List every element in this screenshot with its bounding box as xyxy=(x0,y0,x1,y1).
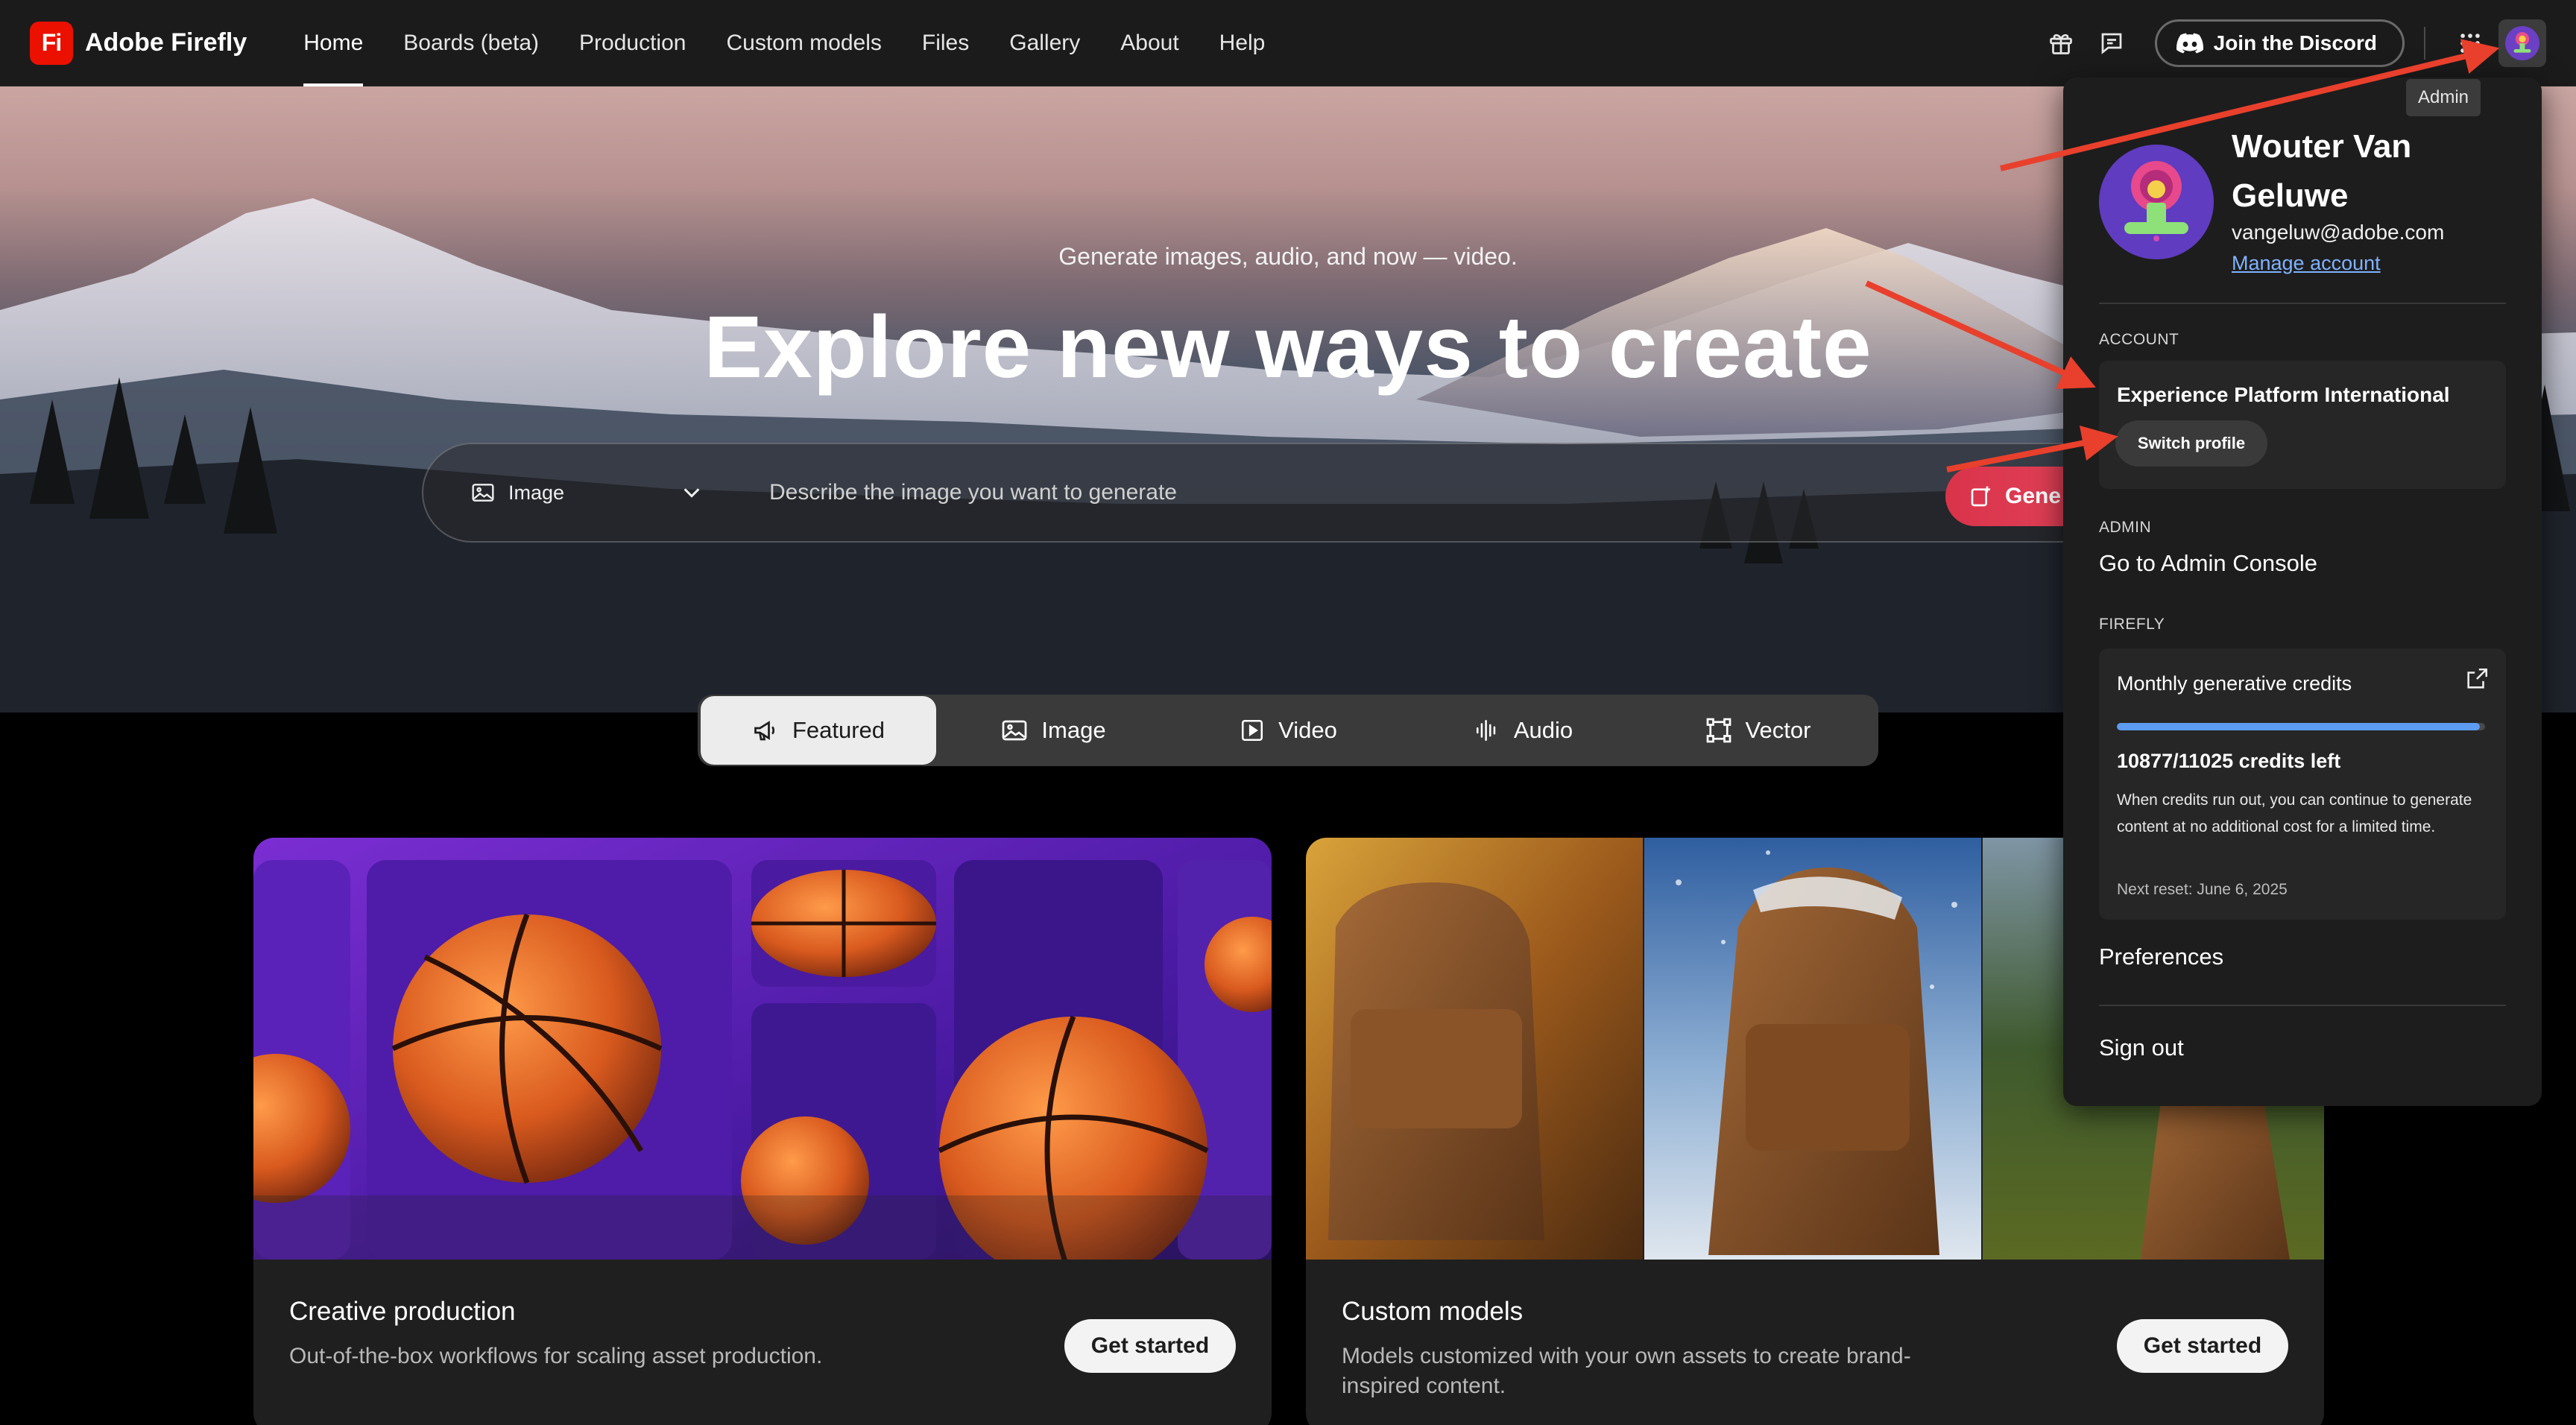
tab-audio[interactable]: Audio xyxy=(1406,696,1641,765)
app-name: Adobe Firefly xyxy=(85,28,247,57)
credits-progress-bar xyxy=(2117,723,2485,730)
tab-featured-label: Featured xyxy=(792,717,886,743)
tab-video-label: Video xyxy=(1278,717,1337,743)
user-name: Wouter Van Geluwe xyxy=(2232,128,2412,214)
nav-right-actions: Join the Discord xyxy=(2031,0,2546,86)
firefly-logo[interactable]: Fi Adobe Firefly xyxy=(30,21,247,65)
credits-title: Monthly generative credits xyxy=(2117,672,2352,695)
vector-icon xyxy=(1706,718,1731,743)
credits-progress-fill xyxy=(2117,723,2481,730)
card-creative-production[interactable]: Creative production Out-of-the-box workf… xyxy=(253,838,1272,1425)
user-email: vangeluw@adobe.com xyxy=(2232,221,2445,244)
external-link-icon[interactable] xyxy=(2464,666,2490,695)
image-icon xyxy=(1003,720,1027,741)
get-started-button[interactable]: Get started xyxy=(1064,1319,1236,1373)
tab-image[interactable]: Image xyxy=(936,696,1171,765)
nav-link-help[interactable]: Help xyxy=(1219,0,1266,86)
megaphone-icon xyxy=(754,721,774,741)
switch-profile-button[interactable]: Switch profile xyxy=(2115,420,2267,467)
content-type-dropdown[interactable]: Image xyxy=(471,481,702,505)
basketball-collage-image xyxy=(253,838,1272,1260)
audio-waveform-icon xyxy=(1476,719,1496,742)
tab-video[interactable]: Video xyxy=(1171,696,1406,765)
firefly-section-label: FIREFLY xyxy=(2099,616,2165,633)
credits-reset-date: Next reset: June 6, 2025 xyxy=(2117,881,2288,898)
card-description: Out-of-the-box workflows for scaling ass… xyxy=(289,1344,823,1368)
firefly-logo-badge: Fi xyxy=(30,21,73,65)
category-tabs: Featured Image Video Audio Vector xyxy=(698,695,1878,766)
prompt-input[interactable] xyxy=(769,480,1887,505)
tab-audio-label: Audio xyxy=(1513,717,1573,743)
chevron-down-icon xyxy=(684,488,700,498)
admin-section-label: ADMIN xyxy=(2099,519,2152,536)
nav-links: Home Boards (beta) Production Custom mod… xyxy=(303,0,1305,86)
top-navigation: Fi Adobe Firefly Home Boards (beta) Prod… xyxy=(0,0,2576,86)
nav-link-gallery[interactable]: Gallery xyxy=(1009,0,1080,86)
prompt-bar: Image xyxy=(422,443,2181,543)
nav-link-files[interactable]: Files xyxy=(922,0,969,86)
tab-image-label: Image xyxy=(1041,717,1106,743)
current-profile-card: Experience Platform International Switch… xyxy=(2099,361,2506,489)
nav-divider xyxy=(2424,27,2425,60)
nav-link-home[interactable]: Home xyxy=(303,0,364,86)
account-section-label: ACCOUNT xyxy=(2099,331,2179,348)
join-discord-label: Join the Discord xyxy=(2213,31,2377,54)
credits-card: Monthly generative credits 10877/11025 c… xyxy=(2099,648,2506,920)
firefly-home-page: Fi Adobe Firefly Home Boards (beta) Prod… xyxy=(0,0,2576,1425)
divider xyxy=(2099,303,2506,304)
chat-icon[interactable] xyxy=(2091,22,2133,64)
card-description: Models customized with your own assets t… xyxy=(1342,1344,1911,1398)
admin-console-link[interactable]: Go to Admin Console xyxy=(2099,550,2317,577)
video-icon xyxy=(1242,719,1263,742)
account-menu-panel: Wouter Van Geluwe vangeluw@adobe.com Man… xyxy=(2063,78,2542,1106)
preferences-link[interactable]: Preferences xyxy=(2099,944,2223,970)
sign-out-link[interactable]: Sign out xyxy=(2099,1034,2184,1061)
join-discord-button[interactable]: Join the Discord xyxy=(2154,19,2405,67)
app-grid-icon[interactable] xyxy=(2449,22,2491,64)
nav-link-boards[interactable]: Boards (beta) xyxy=(403,0,539,86)
generate-icon xyxy=(1971,486,1990,507)
user-avatar xyxy=(2099,145,2214,259)
tab-vector[interactable]: Vector xyxy=(1641,696,1875,765)
divider xyxy=(2099,1005,2506,1006)
nav-link-production[interactable]: Production xyxy=(579,0,686,86)
card-title: Creative production xyxy=(289,1297,516,1326)
profile-avatar-button[interactable] xyxy=(2498,19,2546,67)
get-started-button[interactable]: Get started xyxy=(2117,1319,2288,1373)
credits-note: When credits run out, you can continue t… xyxy=(2117,792,2472,835)
tab-vector-label: Vector xyxy=(1745,717,1811,743)
image-icon xyxy=(472,484,494,502)
gift-icon[interactable] xyxy=(2040,22,2082,64)
discord-icon xyxy=(2176,33,2203,54)
card-title: Custom models xyxy=(1342,1297,1524,1326)
org-name: Experience Platform International xyxy=(2117,383,2450,406)
manage-account-link[interactable]: Manage account xyxy=(2232,252,2381,275)
nav-link-about[interactable]: About xyxy=(1120,0,1178,86)
admin-tooltip: Admin xyxy=(2406,79,2481,116)
generate-label: Gene xyxy=(2005,484,2062,508)
tab-featured[interactable]: Featured xyxy=(701,696,936,765)
content-type-label: Image xyxy=(508,481,565,504)
credits-count: 10877/11025 credits left xyxy=(2117,750,2341,772)
nav-link-custom-models[interactable]: Custom models xyxy=(726,0,881,86)
